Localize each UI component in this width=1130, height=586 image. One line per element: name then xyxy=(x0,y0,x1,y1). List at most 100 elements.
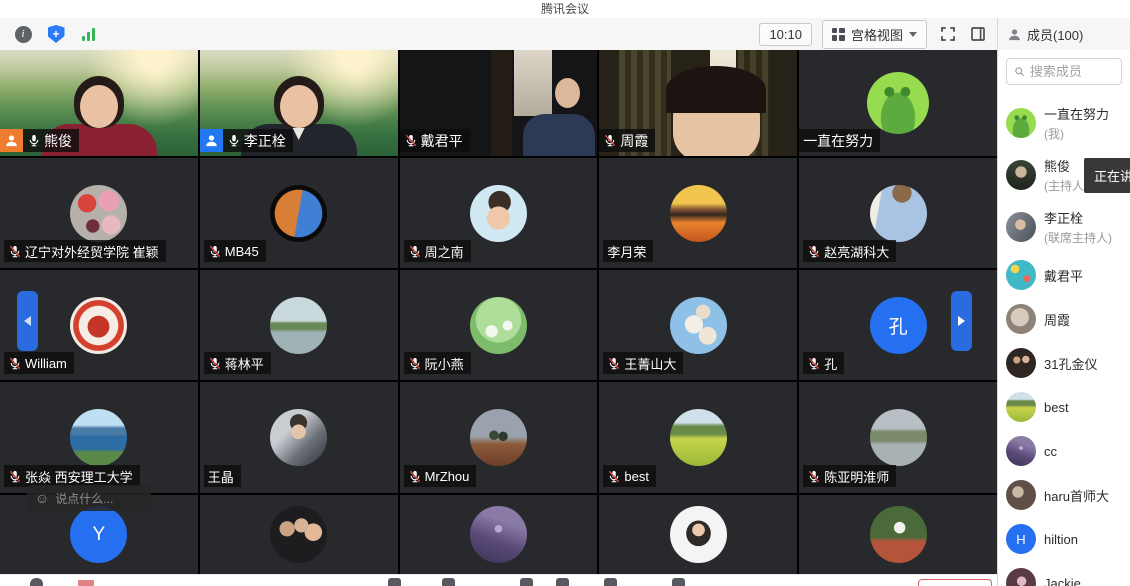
participant-name: 李正栓 xyxy=(244,131,286,151)
member-avatar xyxy=(1006,568,1036,586)
meeting-security-button[interactable]: + xyxy=(43,21,69,47)
video-tile[interactable]: MB45 xyxy=(200,158,398,268)
participant-name: 李月荣 xyxy=(607,242,646,261)
tile-nameplate: 蒋林平 xyxy=(204,352,271,374)
mic-muted-icon xyxy=(408,244,422,259)
quick-chat-bar[interactable]: ☺ 说点什么... xyxy=(27,485,151,511)
participant-avatar xyxy=(670,506,727,563)
participant-avatar xyxy=(670,409,727,466)
video-tile[interactable]: 李月荣 xyxy=(599,158,797,268)
member-avatar xyxy=(1006,160,1036,190)
video-tile[interactable]: 张焱 西安理工大学 xyxy=(0,382,198,493)
video-tile[interactable] xyxy=(400,495,598,574)
mic-muted-icon xyxy=(208,356,222,371)
grid-view-icon xyxy=(832,28,845,41)
fullscreen-button[interactable] xyxy=(939,25,957,43)
member-row[interactable]: 周霞 xyxy=(998,297,1130,341)
video-tile[interactable]: 阮小燕 xyxy=(400,270,598,380)
layout-view-button[interactable]: 宫格视图 xyxy=(822,20,927,49)
participant-avatar xyxy=(70,297,127,354)
toolbar-icon[interactable] xyxy=(604,578,617,586)
bottom-toolbar xyxy=(0,574,997,586)
member-row[interactable]: 李正栓(联席主持人) xyxy=(998,201,1130,253)
member-row[interactable]: 戴君平 xyxy=(998,253,1130,297)
participant-name-label: 一直在努力 xyxy=(799,129,880,152)
member-row[interactable]: cc xyxy=(998,429,1130,473)
member-name: best xyxy=(1044,400,1069,415)
participant-name: 阮小燕 xyxy=(425,354,464,373)
participant-avatar xyxy=(867,72,929,134)
participant-avatar xyxy=(270,297,327,354)
member-text: 31孔金仪 xyxy=(1044,354,1097,373)
tile-nameplate: William xyxy=(4,352,74,374)
member-row[interactable]: 31孔金仪 xyxy=(998,341,1130,385)
person-icon xyxy=(204,133,219,148)
toolbar-icon[interactable] xyxy=(672,578,685,586)
member-row[interactable]: Hhiltion xyxy=(998,517,1130,561)
participant-name-label: best xyxy=(603,465,656,487)
member-role: (我) xyxy=(1044,125,1109,142)
video-tile[interactable]: 蒋林平 xyxy=(200,270,398,380)
tile-nameplate: 熊俊 xyxy=(0,129,79,152)
meeting-info-button[interactable]: i xyxy=(10,21,36,47)
video-tile[interactable]: 王菁山大 xyxy=(599,270,797,380)
member-row[interactable]: Jackie xyxy=(998,561,1130,586)
tile-nameplate: 周霞 xyxy=(599,129,655,152)
participant-name: 王菁山大 xyxy=(624,354,676,373)
video-tile[interactable] xyxy=(799,495,997,574)
member-name: 李正栓 xyxy=(1044,208,1112,227)
person-icon xyxy=(4,133,19,148)
video-tile[interactable]: 戴君平 xyxy=(400,50,598,156)
search-icon xyxy=(1014,65,1025,78)
video-tile[interactable]: 周霞 xyxy=(599,50,797,156)
mic-button[interactable] xyxy=(30,578,43,586)
member-row[interactable]: best xyxy=(998,385,1130,429)
video-tile[interactable]: 王晶 xyxy=(200,382,398,493)
window-title: 腾讯会议 xyxy=(0,0,1130,18)
video-tile[interactable]: MrZhou xyxy=(400,382,598,493)
participant-avatar xyxy=(870,185,927,242)
participant-avatar xyxy=(270,506,327,563)
participant-name-label: 周之南 xyxy=(404,240,471,262)
video-tile[interactable]: 辽宁对外经贸学院 崔颖 xyxy=(0,158,198,268)
video-tile[interactable]: 陈亚明淮师 xyxy=(799,382,997,493)
tile-nameplate: 陈亚明淮师 xyxy=(803,465,896,487)
member-text: 戴君平 xyxy=(1044,266,1083,285)
video-tile[interactable] xyxy=(599,495,797,574)
toolbar-icon[interactable] xyxy=(388,578,401,586)
participant-avatar xyxy=(470,297,527,354)
grid-prev-page-button[interactable] xyxy=(17,291,38,351)
toolbar-icon[interactable] xyxy=(556,578,569,586)
sidebar-toggle-button[interactable] xyxy=(969,25,987,43)
end-meeting-button[interactable] xyxy=(918,579,992,586)
video-tile[interactable]: 一直在努力 xyxy=(799,50,997,156)
member-avatar xyxy=(1006,108,1036,138)
toolbar-icon[interactable] xyxy=(520,578,533,586)
video-tile[interactable] xyxy=(200,495,398,574)
video-tile[interactable]: 赵亮湖科大 xyxy=(799,158,997,268)
member-row[interactable]: haru首师大 xyxy=(998,473,1130,517)
toolbar-icon[interactable] xyxy=(442,578,455,586)
tile-nameplate: 戴君平 xyxy=(400,129,470,152)
video-tile[interactable]: 周之南 xyxy=(400,158,598,268)
network-status-button[interactable] xyxy=(76,21,102,47)
fullscreen-icon xyxy=(939,25,957,43)
meeting-timer: 10:10 xyxy=(759,23,812,46)
member-row[interactable]: 一直在努力(我) xyxy=(998,97,1130,149)
grid-next-page-button[interactable] xyxy=(951,291,972,351)
mic-muted-icon xyxy=(408,469,422,484)
participant-avatar: Y xyxy=(70,506,127,563)
tile-nameplate: 王晶 xyxy=(204,465,241,487)
participant-name: 辽宁对外经贸学院 崔颖 xyxy=(25,242,159,261)
video-tile[interactable]: 李正栓 xyxy=(200,50,398,156)
video-tile[interactable]: 熊俊 xyxy=(0,50,198,156)
participant-name-label: 戴君平 xyxy=(400,129,470,152)
top-toolbar: i + 10:10 宫格视图 xyxy=(0,18,997,50)
member-text: 李正栓(联席主持人) xyxy=(1044,208,1112,246)
toolbar-left-group: i + xyxy=(10,21,109,47)
mic-muted-icon xyxy=(807,244,821,259)
video-tile[interactable]: best xyxy=(599,382,797,493)
member-search-box[interactable] xyxy=(1006,58,1122,85)
member-search-input[interactable] xyxy=(1030,64,1114,79)
participant-name-label: William xyxy=(4,352,74,374)
